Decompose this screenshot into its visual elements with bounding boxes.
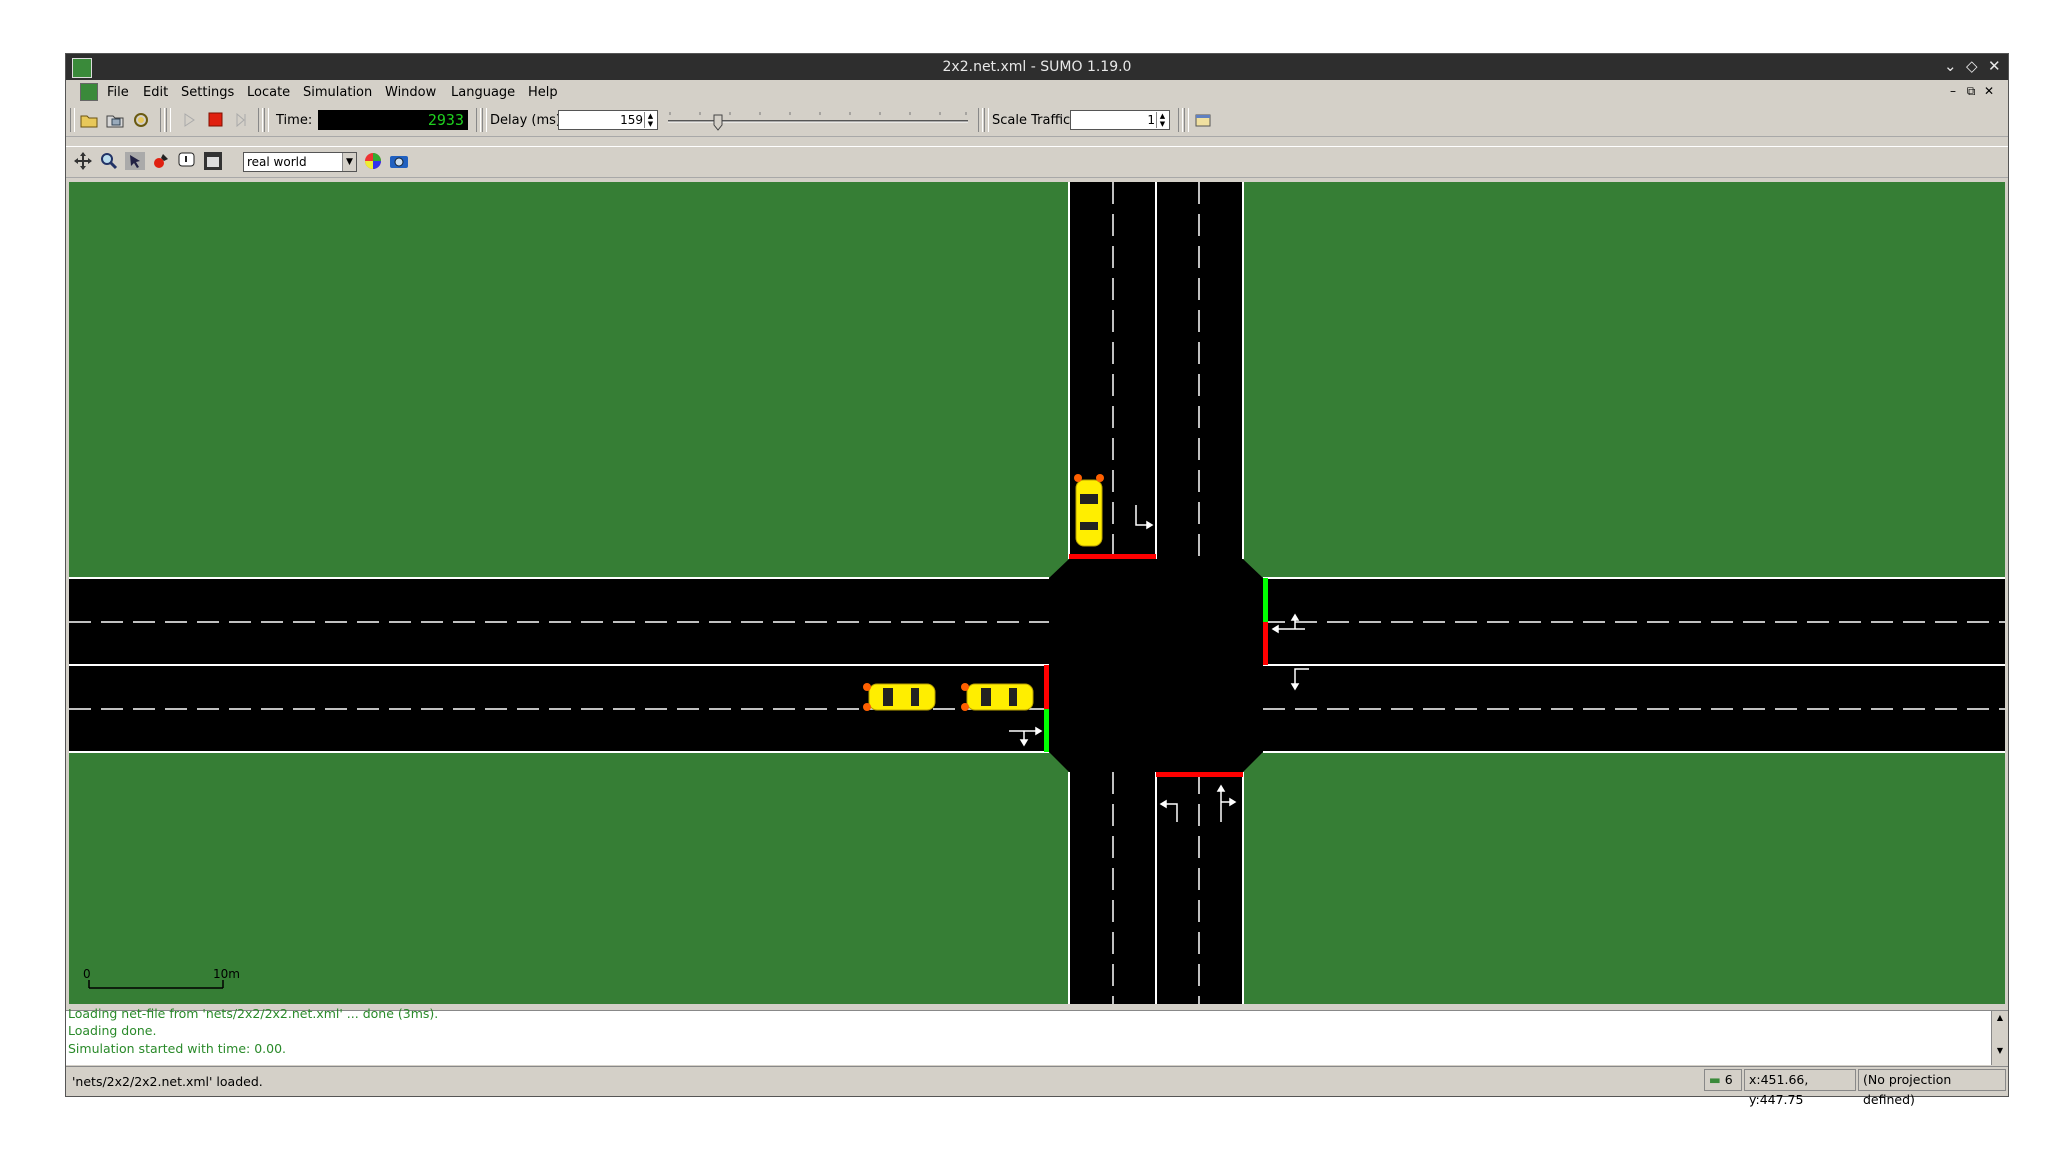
cursor-coordinates: x:451.66, y:447.75 — [1744, 1069, 1856, 1107]
toolbar-separator — [166, 108, 171, 132]
projection-info: (No projection defined) — [1858, 1069, 2006, 1107]
reload-icon[interactable] — [130, 110, 152, 130]
toolbar-separator — [264, 108, 269, 132]
message-line: Loading done. — [68, 1023, 157, 1038]
signal-east-red — [1263, 622, 1268, 665]
delay-slider[interactable] — [666, 110, 970, 132]
locate-icon[interactable] — [124, 151, 146, 171]
recenter-icon[interactable] — [72, 151, 94, 171]
junction — [1049, 559, 1263, 772]
menu-locate[interactable]: Locate — [247, 85, 290, 100]
chevron-down-icon[interactable]: ▼ — [342, 153, 356, 171]
title-bar: 2x2.net.xml - SUMO 1.19.0 ⌄ ◇ ✕ — [66, 54, 2008, 80]
vehicle-count: 6 — [1724, 1072, 1733, 1087]
scroll-up-icon[interactable]: ▲ — [1992, 1013, 2008, 1022]
scale-end-label: 10m — [213, 967, 240, 981]
toolbar-separator — [984, 108, 989, 132]
vehicle-north — [1074, 474, 1104, 547]
toolbar-separator — [160, 108, 165, 132]
toolbar-separator — [1184, 108, 1189, 132]
toggle-tooltip-icon[interactable] — [176, 151, 198, 171]
mdi-restore-icon[interactable]: ⧉ — [1964, 84, 1978, 98]
scroll-down-icon[interactable]: ▼ — [1992, 1046, 2008, 1055]
delay-spinner[interactable]: 159 ▲ ▼ — [558, 110, 658, 130]
toolbar-separator — [476, 108, 481, 132]
mdi-minimize-icon[interactable]: – — [1946, 84, 1960, 98]
toolbar-separator — [482, 108, 487, 132]
scale-traffic-spinner[interactable]: 1 ▲ ▼ — [1070, 110, 1170, 130]
vehicle-count-box: ▬ 6 — [1704, 1069, 1742, 1091]
signal-west-green — [1044, 709, 1049, 752]
toolbar-grip — [70, 108, 75, 132]
menu-bar: File Edit Settings Locate Simulation Win… — [66, 80, 2008, 104]
maximize-icon[interactable]: ◇ — [1966, 57, 1978, 75]
minimize-icon[interactable]: ⌄ — [1944, 57, 1957, 75]
menu-language[interactable]: Language — [451, 85, 515, 100]
open-config-icon[interactable] — [104, 110, 126, 130]
time-label: Time: — [276, 113, 313, 128]
spinner-arrows-icon[interactable]: ▲ ▼ — [644, 112, 656, 128]
main-toolbar: Time: 2933 Delay (ms): 159 ▲ ▼ Scale Traf… — [66, 104, 2008, 137]
network-view[interactable]: 0 10m — [69, 182, 2005, 1004]
message-line: Simulation started with time: 0.00. — [68, 1041, 286, 1056]
message-window: Loading net-file from 'nets/2x2/2x2.net.… — [66, 1006, 2008, 1065]
toolbar-separator — [1178, 108, 1183, 132]
time-display: 2933 — [318, 110, 468, 130]
signal-west-red — [1044, 665, 1049, 709]
color-scheme-select[interactable]: real world ▼ — [243, 152, 357, 172]
edit-breakpoint-icon[interactable] — [150, 151, 172, 171]
step-icon[interactable] — [230, 110, 252, 130]
window-title: 2x2.net.xml - SUMO 1.19.0 — [942, 59, 1132, 75]
slider-thumb — [713, 114, 723, 131]
play-icon[interactable] — [178, 110, 200, 130]
spinner-arrows-icon[interactable]: ▲ ▼ — [1156, 112, 1168, 128]
close-icon[interactable]: ✕ — [1988, 57, 2001, 75]
editor-icon[interactable] — [202, 151, 224, 171]
scale-start-label: 0 — [83, 967, 91, 981]
delay-value: 159 — [620, 113, 643, 127]
signal-north-red — [1069, 554, 1156, 559]
vehicle-west-2 — [961, 683, 1034, 711]
color-scheme-value: real world — [247, 155, 307, 169]
sumo-window: 2x2.net.xml - SUMO 1.19.0 ⌄ ◇ ✕ File Edi… — [66, 54, 2008, 1107]
mdi-close-icon[interactable]: ✕ — [1982, 84, 1996, 98]
toolbar-separator — [978, 108, 983, 132]
message-line: Loading net-file from 'nets/2x2/2x2.net.… — [68, 1006, 439, 1021]
signal-south-red — [1156, 772, 1243, 777]
toolbar-separator — [258, 108, 263, 132]
status-bar: 'nets/2x2/2x2.net.xml' loaded. ▬ 6 x:451… — [66, 1066, 2008, 1107]
menu-help[interactable]: Help — [528, 85, 558, 100]
menu-file[interactable]: File — [107, 85, 129, 100]
menu-simulation[interactable]: Simulation — [303, 85, 372, 100]
view-toolbar: real world ▼ — [66, 146, 2008, 178]
menu-window[interactable]: Window — [385, 85, 436, 100]
menu-settings[interactable]: Settings — [181, 85, 234, 100]
vehicle-west-1 — [863, 683, 936, 711]
screenshot-icon[interactable] — [388, 151, 410, 171]
message-scrollbar[interactable]: ▲ ▼ — [1991, 1011, 2008, 1065]
menu-edit[interactable]: Edit — [143, 85, 168, 100]
signal-east-green — [1263, 578, 1268, 622]
color-wheel-icon[interactable] — [362, 151, 384, 171]
open-folder-icon[interactable] — [78, 110, 100, 130]
scale-traffic-label: Scale Traffic: — [992, 113, 1075, 128]
delay-label: Delay (ms): — [490, 113, 566, 128]
car-icon: ▬ — [1709, 1072, 1721, 1087]
edit-chosen-icon[interactable] — [1192, 110, 1214, 130]
document-icon — [80, 83, 98, 101]
scale-traffic-value: 1 — [1147, 113, 1155, 127]
status-message: 'nets/2x2/2x2.net.xml' loaded. — [72, 1074, 263, 1089]
zoom-icon[interactable] — [98, 151, 120, 171]
stop-icon[interactable] — [204, 110, 226, 130]
